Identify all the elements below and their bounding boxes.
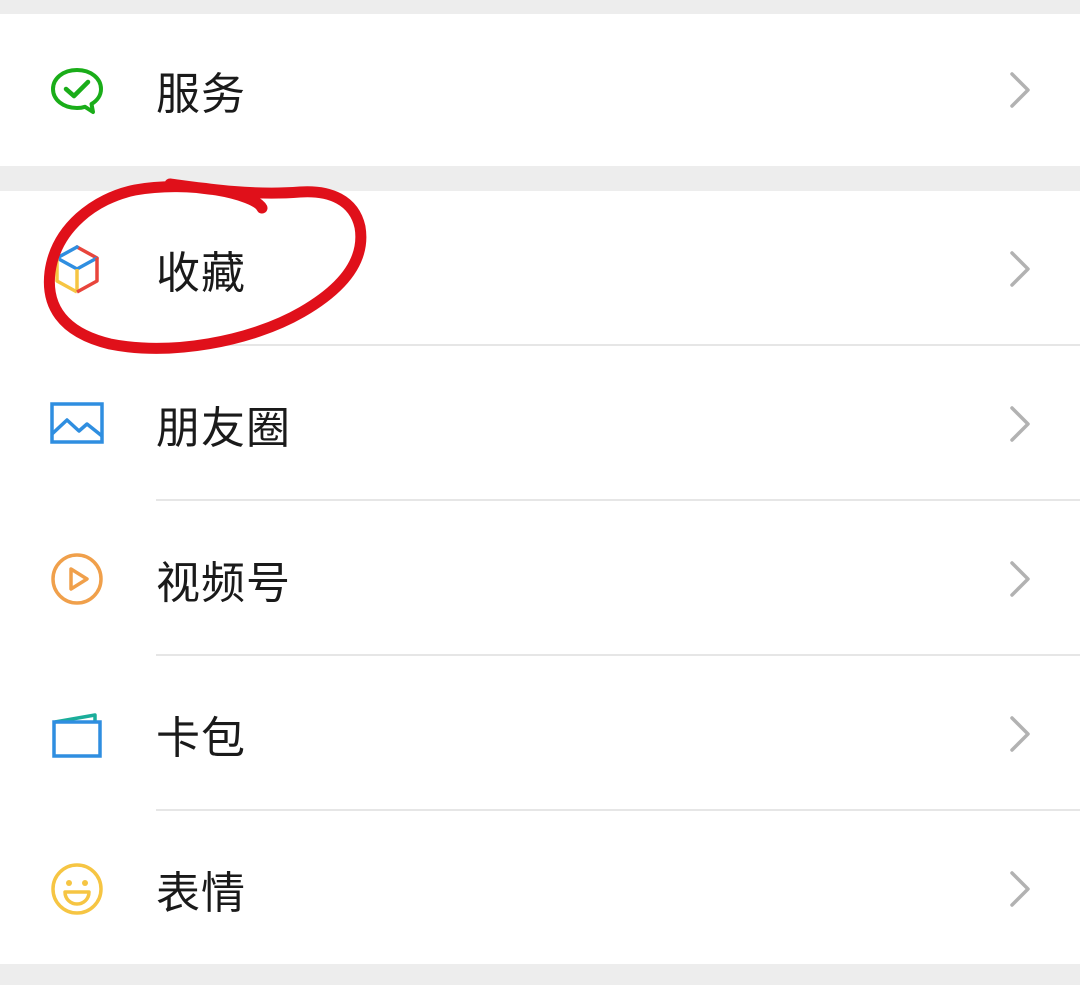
menu-row-stickers-label: 表情 [156,867,246,919]
sticker-smile-icon [49,861,105,917]
channels-play-icon [49,551,105,607]
favorites-cube-icon [49,241,105,297]
menu-row-channels[interactable]: 视频号 [0,501,1080,656]
menu-row-moments[interactable]: 朋友圈 [0,346,1080,501]
moments-picture-icon [49,396,105,452]
chevron-right-icon [1008,404,1032,444]
me-page-menu: 服务 收藏 朋友圈 视频号 卡包 表情 [0,0,1080,985]
menu-row-moments-label: 朋友圈 [156,402,291,454]
card-wallet-icon [49,706,105,762]
menu-row-favorites-label: 收藏 [156,247,246,299]
menu-row-services-label: 服务 [156,69,246,120]
menu-row-services[interactable]: 服务 [0,14,1080,166]
menu-row-channels-label: 视频号 [156,557,291,609]
features-group: 收藏 朋友圈 视频号 卡包 表情 [0,191,1080,964]
chevron-right-icon [1008,559,1032,599]
chevron-right-icon [1008,714,1032,754]
menu-row-wallet[interactable]: 卡包 [0,656,1080,811]
services-group: 服务 [0,14,1080,166]
menu-row-wallet-label: 卡包 [156,712,246,764]
chevron-right-icon [1008,249,1032,289]
chevron-right-icon [1008,869,1032,909]
wechat-pay-icon [49,62,105,118]
menu-row-favorites[interactable]: 收藏 [0,191,1080,346]
menu-row-stickers[interactable]: 表情 [0,811,1080,966]
chevron-right-icon [1008,70,1032,110]
